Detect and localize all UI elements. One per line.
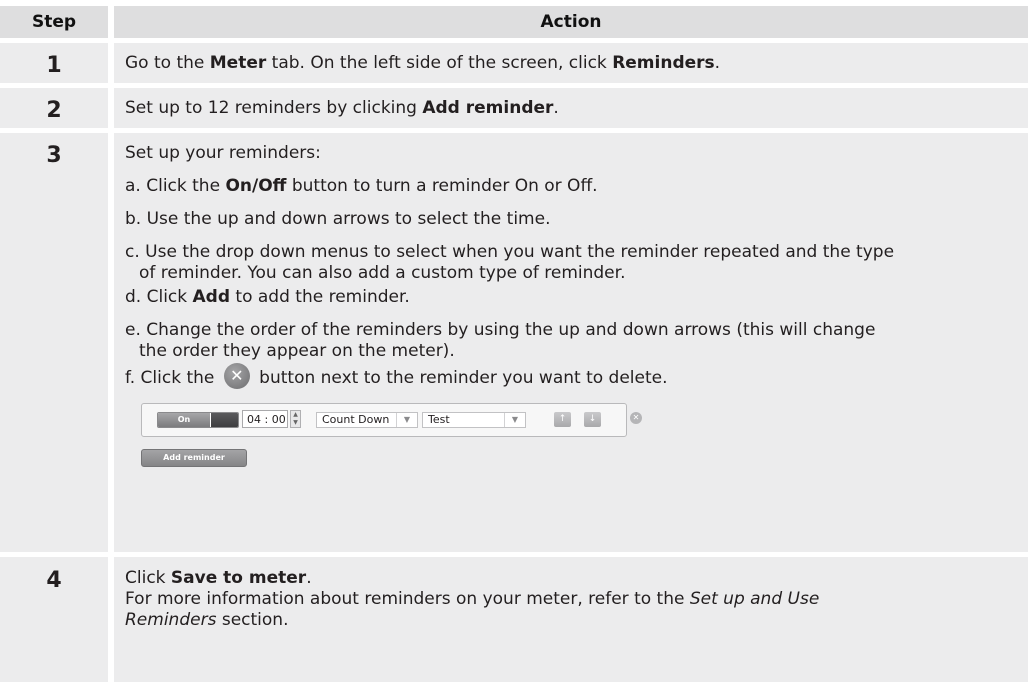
section-ref: Reminders [125, 610, 217, 630]
time-spinner[interactable]: ▲ ▼ [290, 410, 301, 428]
delete-reminder-icon[interactable]: ✕ [630, 412, 642, 424]
substep-c-line1: c. Use the drop down menus to select whe… [125, 242, 895, 262]
table-row: 3 Set up your reminders: a. Click the On… [0, 133, 1028, 552]
meter-tab-term: Meter [209, 53, 267, 73]
text-run: f. Click the [125, 368, 220, 388]
time-input[interactable]: 04 : 00 [242, 410, 288, 428]
repeat-value: Count Down [322, 413, 390, 426]
text-run: to add the reminder. [230, 287, 410, 307]
repeat-dropdown[interactable]: Count Down ▼ [316, 412, 418, 428]
text-run: a. Click the [125, 176, 226, 196]
substep-e-line2: the order they appear on the meter). [139, 341, 455, 361]
header-step: Step [0, 6, 108, 38]
action-cell: Set up to 12 reminders by clicking Add r… [114, 88, 1028, 128]
action-text: Go to the Meter tab. On the left side of… [125, 53, 1028, 74]
step-number: 4 [0, 557, 108, 682]
text-run: section. [216, 610, 289, 630]
on-off-term: On/Off [225, 176, 287, 196]
toggle-knob [211, 413, 238, 427]
move-down-button[interactable]: ↓ [584, 412, 601, 427]
reminder-row-widget: On 04 : 00 ▲ ▼ Count Down ▼ Test ▼ ↑ ↓ ✕ [141, 403, 642, 437]
add-term: Add [192, 287, 231, 307]
substep-e-line1: e. Change the order of the reminders by … [125, 320, 876, 340]
spin-down-icon[interactable]: ▼ [293, 419, 298, 426]
text-run: . [553, 98, 559, 118]
text-run: . [714, 53, 721, 73]
table-row: 2 Set up to 12 reminders by clicking Add… [0, 88, 1028, 128]
type-dropdown[interactable]: Test ▼ [422, 412, 526, 428]
step-number: 1 [0, 43, 108, 83]
move-up-button[interactable]: ↑ [554, 412, 571, 427]
text-run: Set up to 12 reminders by clicking [125, 98, 423, 118]
substep-b: b. Use the up and down arrows to select … [125, 209, 551, 229]
add-reminder-term: Add reminder [422, 98, 554, 118]
action-cell: Go to the Meter tab. On the left side of… [114, 43, 1028, 83]
action-cell: Click Save to meter. For more informatio… [114, 557, 1028, 682]
info-text-line1: For more information about reminders on … [125, 589, 1028, 610]
text-run: tab. On the left side of the screen, cli… [266, 53, 613, 73]
add-reminder-button[interactable]: Add reminder [141, 449, 247, 467]
action-text: Set up to 12 reminders by clicking Add r… [125, 98, 1028, 119]
action-cell: Set up your reminders: a. Click the On/O… [114, 133, 1028, 552]
arrow-up-icon: ↑ [558, 414, 567, 424]
table-header: Step Action [0, 6, 1028, 38]
substep-c-line2: of reminder. You can also add a custom t… [139, 263, 626, 283]
toggle-on-label: On [158, 413, 210, 427]
section-ref: Set up and Use [689, 589, 820, 609]
save-to-meter-term: Save to meter [170, 568, 307, 588]
close-circle-icon: ✕ [223, 363, 250, 389]
spin-up-icon[interactable]: ▲ [293, 411, 298, 418]
arrow-down-icon: ↓ [588, 414, 597, 424]
step-number: 2 [0, 88, 108, 128]
triangle-down-icon: ▼ [396, 413, 417, 427]
on-off-toggle[interactable]: On [157, 412, 239, 428]
text-run: button next to the reminder you want to … [253, 368, 668, 388]
reminders-term: Reminders [612, 53, 715, 73]
text-run: . [306, 568, 312, 588]
table-row: 1 Go to the Meter tab. On the left side … [0, 43, 1028, 83]
text-run: button to turn a reminder On or Off. [286, 176, 598, 196]
steps-table: Step Action 1 Go to the Meter tab. On th… [0, 6, 1028, 682]
substep-f: f. Click the ✕ button next to the remind… [125, 363, 1028, 391]
text-run: For more information about reminders on … [125, 589, 690, 609]
substep-a: a. Click the On/Off button to turn a rem… [125, 176, 1028, 197]
text-run: Go to the [125, 53, 210, 73]
info-text-line2: Reminders section. [125, 610, 1028, 631]
type-value: Test [428, 413, 450, 426]
text-run: d. Click [125, 287, 193, 307]
step-number: 3 [0, 133, 108, 552]
triangle-down-icon: ▼ [504, 413, 525, 427]
substep-d: d. Click Add to add the reminder. [125, 287, 1028, 308]
action-text: Click Save to meter. [125, 568, 1028, 589]
header-action: Action [114, 6, 1028, 38]
text-run: Click [125, 568, 171, 588]
intro-text: Set up your reminders: [125, 143, 321, 163]
table-row: 4 Click Save to meter. For more informat… [0, 557, 1028, 682]
